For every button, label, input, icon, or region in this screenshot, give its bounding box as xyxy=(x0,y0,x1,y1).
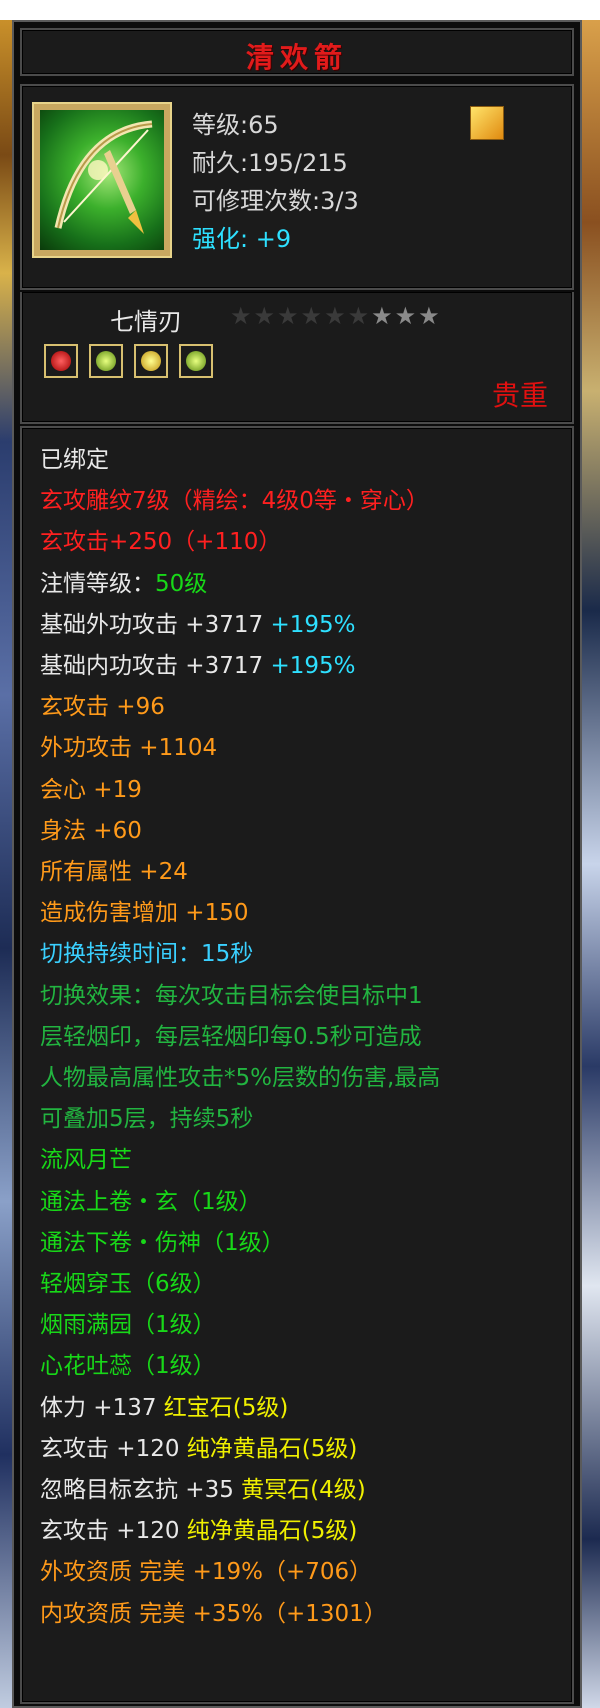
switch-effect-line: 切换效果：每次攻击目标会使目标中1 xyxy=(40,982,423,1009)
base-outer-attack-line: 基础外功攻击 +3717 +195% xyxy=(40,605,562,646)
item-durability: 耐久:195/215 xyxy=(192,149,348,177)
base-inner-attack: 基础内功攻击 +3717 xyxy=(40,653,271,680)
yellow-gem-icon[interactable] xyxy=(134,344,169,378)
gem-stat-line: 玄攻击 +120 纯净黄晶石(5级) xyxy=(40,1511,562,1552)
set-name: 七情刃 xyxy=(110,308,182,336)
base-outer-attack: 基础外功攻击 +3717 xyxy=(40,611,271,638)
gem-stat: 忽略目标玄抗 +35 xyxy=(40,1477,242,1504)
skill-line: 心花吐蕊（1级） xyxy=(40,1353,216,1380)
item-icon[interactable] xyxy=(32,102,172,258)
attribute-list: 已绑定 玄攻雕纹7级（精绘：4级0等・穿心） 玄攻击+250（+110） 注情等… xyxy=(20,426,574,1704)
outer-aptitude-line: 外攻资质 完美 +19%（+706） xyxy=(40,1559,373,1586)
gem-name: 黄冥石(4级) xyxy=(241,1477,366,1504)
base-inner-attack-line: 基础内功攻击 +3717 +195% xyxy=(40,646,562,687)
switch-effect-line: 可叠加5层，持续5秒 xyxy=(40,1106,254,1133)
stat-line: 玄攻击 +96 xyxy=(40,694,165,721)
skill-line: 烟雨满园（1级） xyxy=(40,1312,216,1339)
stat-line: 身法 +60 xyxy=(40,817,142,844)
red-gem-icon[interactable] xyxy=(44,344,78,378)
skill-line: 流风月芒 xyxy=(40,1147,132,1174)
green-gem-icon[interactable] xyxy=(89,344,124,378)
star-icon: ★★★★★★ xyxy=(230,302,372,330)
engraving-line: 玄攻雕纹7级（精绘：4级0等・穿心） xyxy=(40,488,429,515)
gem-stat: 玄攻击 +120 xyxy=(40,1435,187,1462)
stat-line: 会心 +19 xyxy=(40,776,142,803)
item-stats: 等级:65 耐久:195/215 可修理次数:3/3 强化: +9 xyxy=(192,106,359,258)
gem-stat-line: 玄攻击 +120 纯净黄晶石(5级) xyxy=(40,1429,562,1470)
inner-aptitude-line: 内攻资质 完美 +35%（+1301） xyxy=(40,1600,387,1627)
item-enhance: 强化: +9 xyxy=(192,220,359,258)
gem-stat: 玄攻击 +120 xyxy=(40,1518,187,1545)
stat-line: 外功攻击 +1104 xyxy=(40,735,218,762)
base-outer-bonus: +195% xyxy=(270,611,356,638)
item-repair-count: 可修理次数:3/3 xyxy=(192,187,359,215)
enhance-value: +9 xyxy=(255,225,292,253)
rarity-label: 贵重 xyxy=(491,379,548,412)
gem-stat-line: 忽略目标玄抗 +35 黄冥石(4级) xyxy=(40,1470,562,1511)
bow-icon xyxy=(40,110,164,250)
base-inner-bonus: +195% xyxy=(270,653,356,680)
skill-line: 通法下卷・伤神（1级） xyxy=(40,1229,285,1256)
switch-duration-line: 切换持续时间：15秒 xyxy=(40,941,254,968)
enhance-label: 强化: xyxy=(192,225,249,253)
gem-name: 纯净黄晶石(5级) xyxy=(186,1518,358,1545)
gem-name: 红宝石(5级) xyxy=(163,1394,289,1421)
item-tooltip: 清欢箭 等级:65 耐久:195/215 可修理次数:3/3 强化: +9 七情… xyxy=(12,20,582,1708)
switch-effect-line: 人物最高属性攻击*5%层数的伤害,最高 xyxy=(40,1065,441,1092)
gem-stat-line: 体力 +137 红宝石(5级) xyxy=(40,1388,562,1429)
item-name: 清欢箭 xyxy=(245,41,348,74)
star-icon: ★★★ xyxy=(371,302,442,330)
switch-effect-line: 层轻烟印，每层轻烟印每0.5秒可造成 xyxy=(40,1023,422,1050)
bound-status: 已绑定 xyxy=(40,447,109,473)
infusion-level-line: 注情等级：50级 xyxy=(40,564,562,605)
background-scene-right xyxy=(580,20,600,1708)
star-rating: ★★★★★★★★★ xyxy=(230,302,442,330)
mystic-attack-line: 玄攻击+250（+110） xyxy=(40,529,282,556)
item-header: 等级:65 耐久:195/215 可修理次数:3/3 强化: +9 xyxy=(20,84,574,290)
lock-badge-icon xyxy=(470,106,504,140)
infusion-label: 注情等级： xyxy=(40,570,155,597)
gem-name: 纯净黄晶石(5级) xyxy=(186,1435,358,1462)
set-section: 七情刃 ★★★★★★★★★ 贵重 xyxy=(20,292,574,424)
gem-stat: 体力 +137 xyxy=(40,1394,164,1421)
title-bar: 清欢箭 xyxy=(20,28,574,76)
item-level: 等级:65 xyxy=(192,111,279,139)
green-gem-icon[interactable] xyxy=(179,344,214,378)
stat-line: 所有属性 +24 xyxy=(40,859,188,886)
skill-line: 通法上卷・玄（1级） xyxy=(40,1188,262,1215)
infusion-value: 50级 xyxy=(155,570,208,597)
stat-line: 造成伤害增加 +150 xyxy=(40,900,249,927)
skill-line: 轻烟穿玉（6级） xyxy=(40,1271,216,1298)
gem-sockets xyxy=(44,344,219,380)
